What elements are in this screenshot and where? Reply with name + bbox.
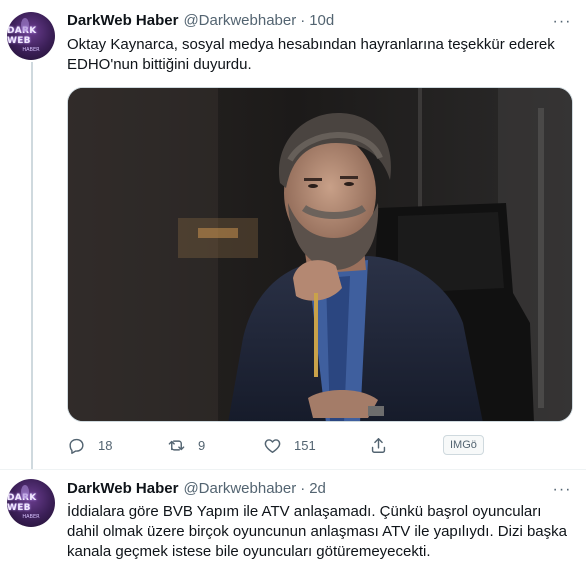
user-handle[interactable]: @Darkwebhaber bbox=[183, 479, 296, 499]
tweet-header: DarkWeb Haber @Darkwebhaber · 2d bbox=[67, 479, 326, 499]
image-search-badge[interactable]: IMGö bbox=[443, 435, 484, 455]
retweet-button[interactable]: 9 bbox=[167, 434, 205, 456]
retweet-icon bbox=[168, 439, 185, 451]
like-button[interactable]: 151 bbox=[263, 434, 316, 456]
avatar-logo-subtext: HABER bbox=[22, 513, 40, 520]
avatar-logo-text: DARK WEB bbox=[7, 493, 36, 513]
like-icon bbox=[264, 438, 281, 453]
share-icon bbox=[371, 437, 386, 453]
tweet-timestamp[interactable]: 2d bbox=[309, 479, 326, 499]
like-count: 151 bbox=[294, 437, 316, 453]
header-separator: · bbox=[300, 12, 306, 29]
display-name[interactable]: DarkWeb Haber bbox=[67, 11, 178, 31]
reply-count: 18 bbox=[98, 437, 113, 453]
photo-man-seated-portrait bbox=[68, 88, 572, 421]
retweet-count: 9 bbox=[198, 437, 206, 453]
tweet-photo[interactable] bbox=[67, 87, 573, 422]
header-separator: · bbox=[300, 480, 306, 497]
display-name[interactable]: DarkWeb Haber bbox=[67, 479, 178, 499]
tweet-text: Oktay Kaynarca, sosyal medya hesabından … bbox=[67, 36, 555, 73]
avatar-logo-text: DARK WEB bbox=[7, 26, 36, 46]
tweet-text: İddialara göre BVB Yapım ile ATV anlaşam… bbox=[67, 503, 567, 560]
avatar-logo-subtext: HABER bbox=[22, 46, 40, 53]
tweet-actions: 18 9 151 bbox=[67, 434, 507, 456]
tweet-1[interactable]: DARK WEB HABER DarkWeb Haber @Darkwebhab… bbox=[0, 0, 586, 470]
tweet-timestamp[interactable]: 10d bbox=[309, 11, 334, 31]
more-icon[interactable]: ··· bbox=[552, 12, 572, 32]
reply-button[interactable]: 18 bbox=[67, 434, 112, 456]
share-button[interactable] bbox=[369, 434, 388, 456]
avatar-glow bbox=[21, 485, 29, 499]
avatar[interactable]: DARK WEB HABER bbox=[7, 479, 55, 527]
avatar-glow bbox=[21, 18, 29, 32]
tweet-2[interactable]: DARK WEB HABER DarkWeb Haber @Darkwebhab… bbox=[0, 470, 586, 570]
thread-connector-line bbox=[31, 62, 33, 470]
user-handle[interactable]: @Darkwebhaber bbox=[183, 11, 296, 31]
avatar[interactable]: DARK WEB HABER bbox=[7, 12, 55, 60]
tweet-header: DarkWeb Haber @Darkwebhaber · 10d bbox=[67, 11, 334, 31]
reply-icon bbox=[69, 438, 84, 454]
more-icon[interactable]: ··· bbox=[552, 480, 572, 500]
